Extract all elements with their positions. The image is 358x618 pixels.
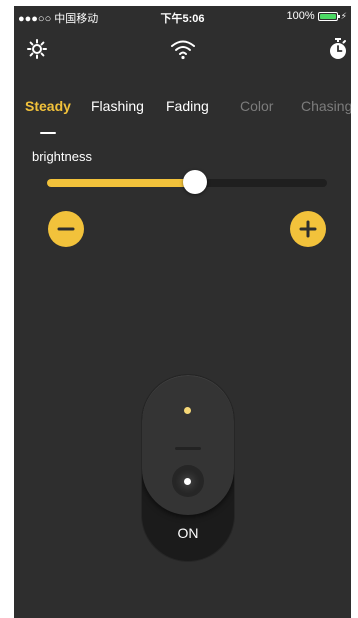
slider-fill [47,179,196,187]
minus-icon [57,227,75,231]
status-bar: ●●●○○ 中国移动 下午5:06 100% ⚡ [14,6,351,26]
battery-indicator: 100% ⚡ [287,10,347,22]
mode-tabs: Steady Flashing Fading Color Chasing [14,98,351,128]
tab-chasing[interactable]: Chasing [301,98,351,114]
decrease-brightness-button[interactable] [48,211,84,247]
switch-on-label: ON [177,525,199,541]
increase-brightness-button[interactable] [290,211,326,247]
settings-sun-icon[interactable] [24,36,50,62]
tab-flashing[interactable]: Flashing [91,98,144,114]
plus-icon [299,220,317,238]
slider-thumb[interactable] [183,170,208,194]
switch-grip [175,447,201,450]
charging-icon: ⚡ [340,10,347,21]
tab-fading[interactable]: Fading [166,98,209,114]
status-light-dot [184,478,191,485]
switch-knob[interactable] [142,375,234,515]
wifi-icon[interactable] [170,36,196,62]
tab-steady[interactable]: Steady [25,98,71,114]
timer-icon[interactable] [325,36,351,62]
app-screen: ●●●○○ 中国移动 下午5:06 100% ⚡ Steady Flashing… [14,6,351,618]
brightness-label: brightness [32,149,92,164]
mode-indicator-dot [184,407,191,414]
tab-color[interactable]: Color [240,98,273,114]
tab-active-indicator [40,132,56,134]
battery-percent: 100% [286,10,315,22]
top-toolbar [14,36,351,66]
power-switch[interactable]: ON [142,375,234,561]
brightness-slider[interactable] [47,170,327,194]
battery-icon [317,11,340,21]
